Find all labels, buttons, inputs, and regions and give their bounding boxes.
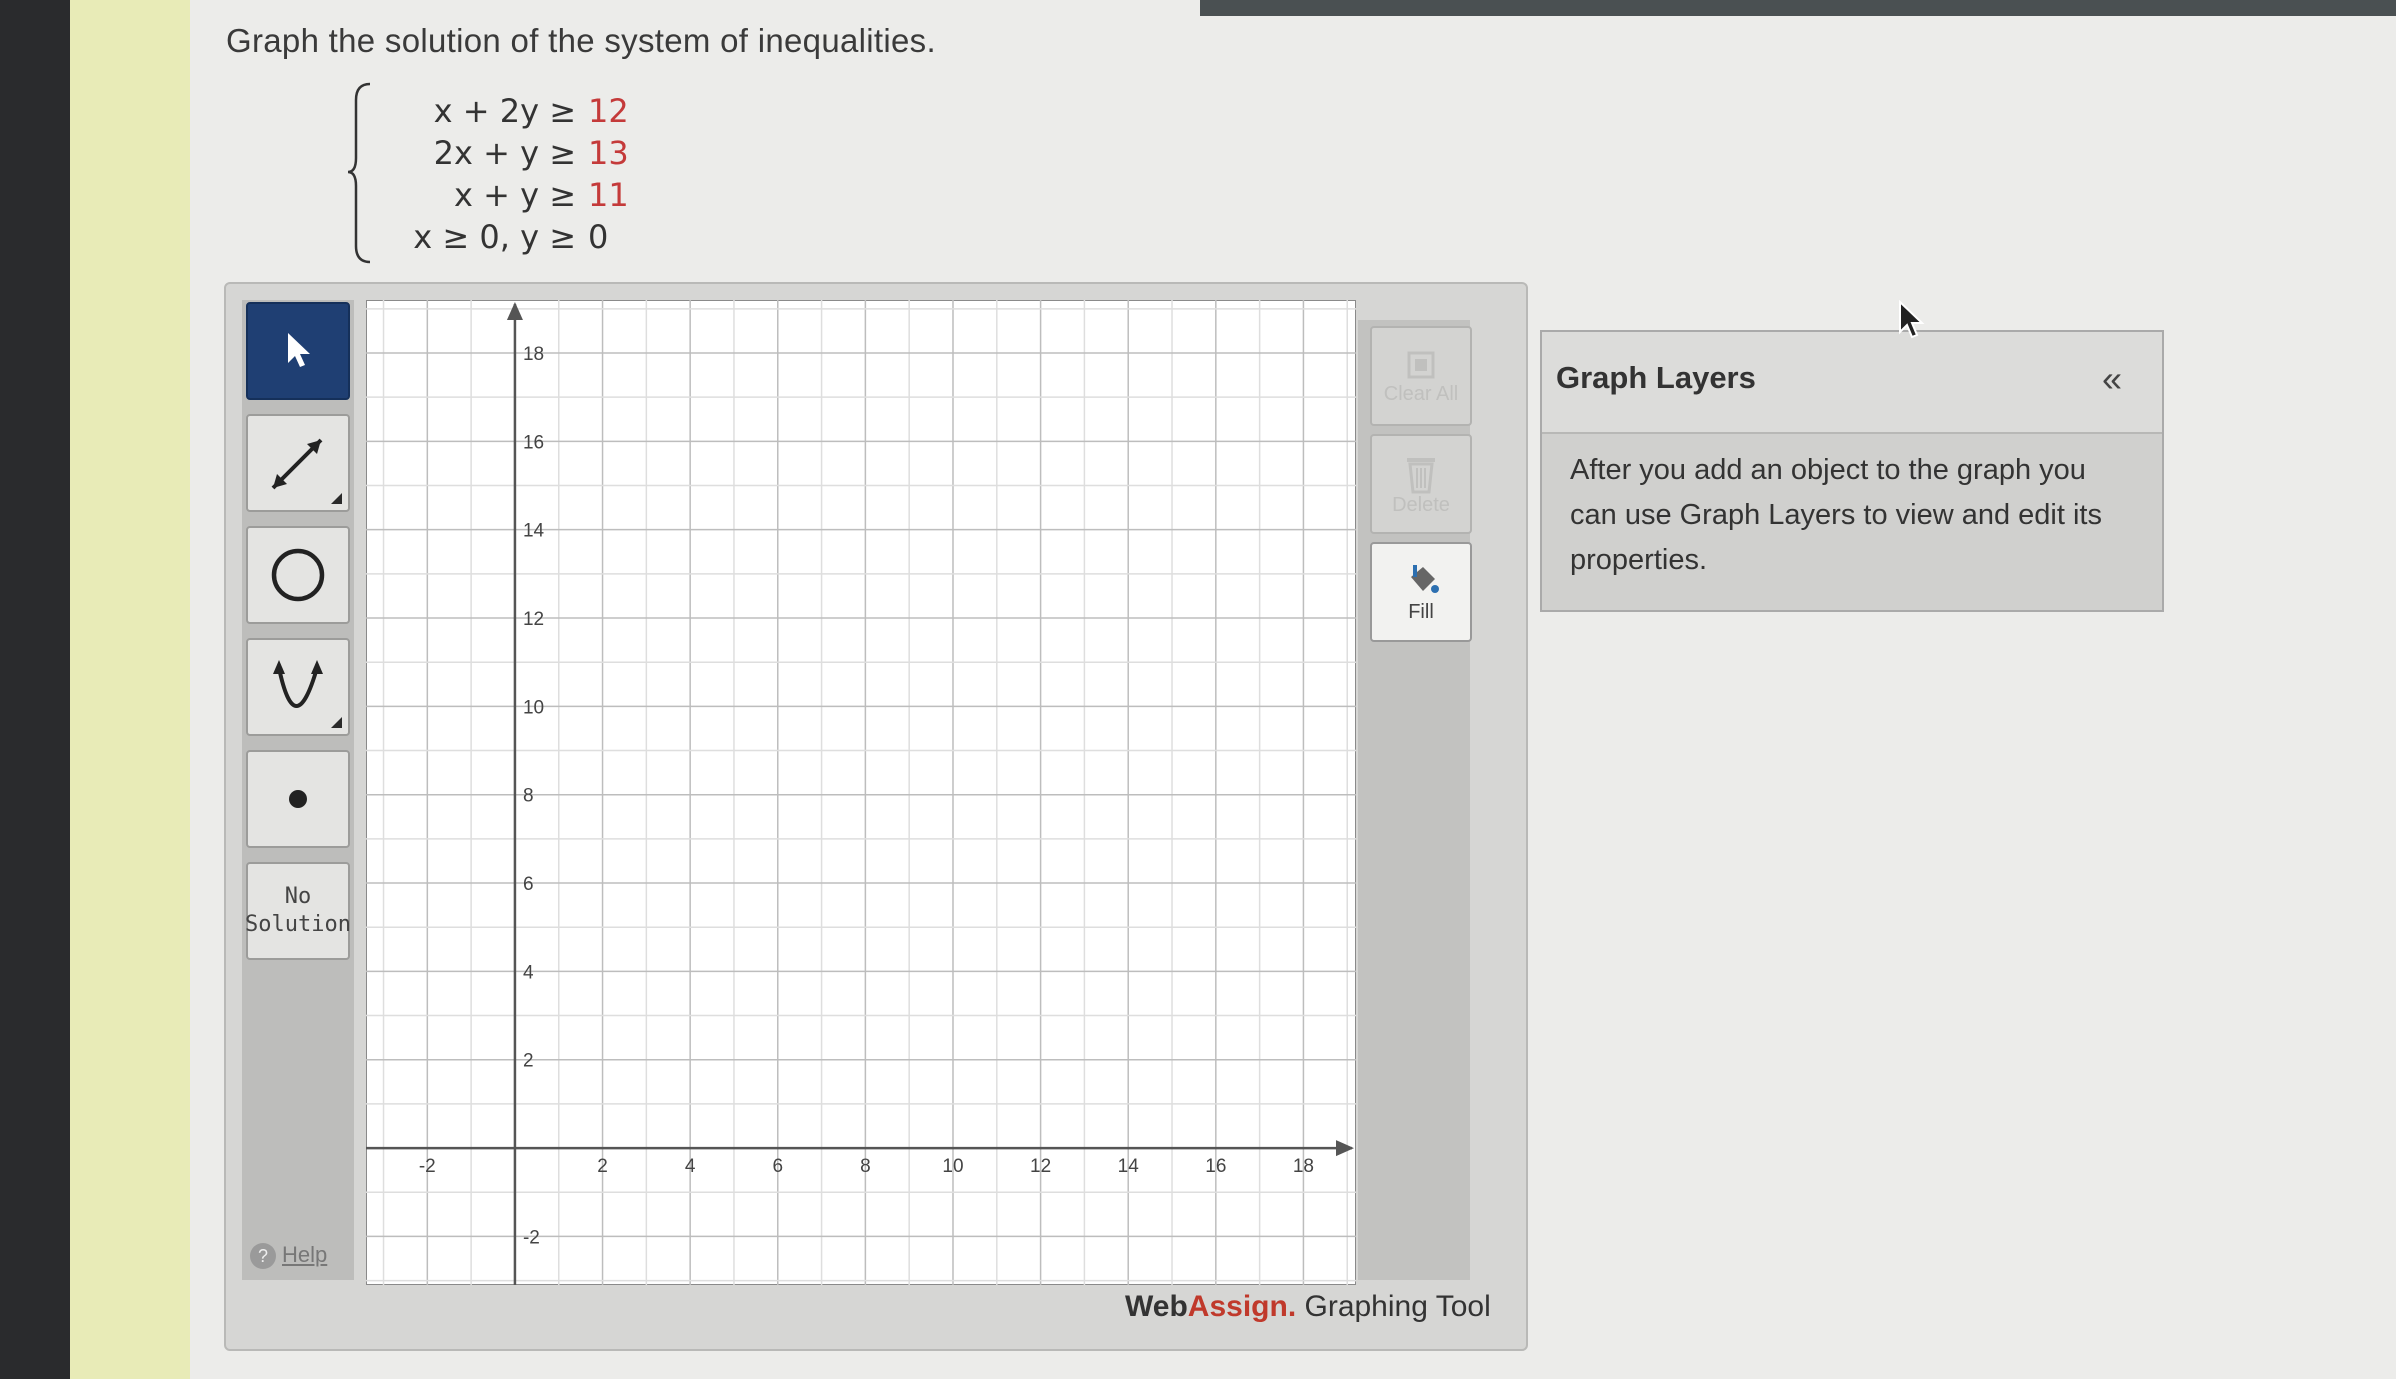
y-tick-label: 14 (523, 521, 545, 542)
graph-layers-panel: Graph Layers « After you add an object t… (1540, 330, 2164, 612)
inequality-rhs: 12 (588, 92, 629, 130)
clear-all-button[interactable]: Clear All (1370, 326, 1472, 426)
inequality-lhs: x + 2y ≥ (433, 92, 576, 130)
brand-web: Web (1125, 1290, 1188, 1323)
arrow-cursor-icon (288, 333, 310, 367)
clear-all-icon (1407, 351, 1435, 378)
circle-tool-button[interactable] (246, 526, 350, 624)
fill-button[interactable]: Fill (1370, 542, 1472, 642)
delete-button[interactable]: Delete (1370, 434, 1472, 534)
help-icon: ? (250, 1243, 276, 1269)
inequality-rhs: 13 (588, 134, 629, 172)
graph-canvas[interactable]: -2 2 4 6 8 10 12 14 16 18 18 16 14 12 10 8 6 4 2 -2 (366, 300, 1356, 1285)
inequality-rhs: 0 (588, 218, 609, 256)
graph-layers-description: After you add an object to the graph you… (1570, 454, 2102, 576)
mouse-cursor-icon (1899, 300, 1925, 339)
y-tick-label: 2 (523, 1051, 534, 1072)
y-tick-label: -2 (523, 1227, 540, 1248)
delete-label: Delete (1392, 493, 1450, 516)
no-solution-label: No Solution (245, 884, 351, 937)
inequality-row: x + y ≥ 11 (376, 176, 629, 216)
trash-icon (1407, 457, 1435, 493)
y-tick-label: 12 (523, 609, 544, 630)
inequality-row: x ≥ 0, y ≥ 0 (376, 218, 608, 258)
point-tool-button[interactable] (246, 750, 350, 848)
graph-layers-header: Graph Layers « (1542, 332, 2162, 434)
y-tick-label: 4 (523, 962, 534, 983)
y-tick-label: 16 (523, 432, 544, 453)
x-tick-label: -2 (419, 1156, 436, 1177)
x-tick-label: 10 (942, 1156, 963, 1177)
parabola-tool-button[interactable] (246, 638, 350, 736)
submenu-indicator-icon (331, 717, 342, 728)
x-tick-label: 4 (685, 1156, 696, 1177)
fill-label: Fill (1408, 600, 1434, 623)
inequality-row: 2x + y ≥ 13 (376, 134, 629, 174)
inequality-system: x + 2y ≥ 12 2x + y ≥ 13 x + y ≥ 11 x ≥ 0, y… (346, 80, 666, 265)
inequality-lhs: x + y ≥ (453, 176, 576, 214)
clear-all-label: Clear All (1383, 382, 1459, 405)
parabola-icon (273, 660, 323, 708)
brand-assign: Assign. (1187, 1290, 1297, 1323)
submenu-indicator-icon (331, 493, 342, 504)
x-tick-label: 16 (1205, 1156, 1226, 1177)
inequality-lhs: 2x + y ≥ (433, 134, 576, 172)
line-tool-button[interactable] (246, 414, 350, 512)
inequality-row: x + 2y ≥ 12 (376, 92, 629, 132)
webassign-branding: WebAssign. Graphing Tool (1125, 1290, 1491, 1324)
top-edge-bar (1200, 0, 2396, 16)
x-tick-label: 6 (772, 1156, 783, 1177)
x-tick-label: 18 (1293, 1156, 1314, 1177)
line-segment-icon (271, 438, 323, 490)
x-tick-label: 12 (1030, 1156, 1051, 1177)
monitor-bezel (0, 0, 70, 1379)
x-tick-label: 14 (1118, 1156, 1140, 1177)
collapse-panel-icon[interactable]: « (2102, 358, 2122, 400)
y-tick-label: 18 (523, 344, 544, 365)
point-icon (289, 790, 307, 808)
y-tick-label: 8 (523, 786, 534, 807)
help-link[interactable]: ? Help (250, 1242, 327, 1269)
page-margin-strip (70, 0, 190, 1379)
inequality-lhs: x ≥ 0, y ≥ (413, 218, 576, 256)
circle-icon (271, 548, 325, 602)
inequality-rhs: 11 (588, 176, 629, 214)
x-tick-label: 2 (597, 1156, 608, 1177)
y-tick-label: 6 (523, 874, 534, 895)
help-label: Help (282, 1242, 328, 1267)
x-tick-label: 8 (860, 1156, 871, 1177)
system-brace (347, 82, 371, 264)
question-text: Graph the solution of the system of ineq… (226, 22, 936, 59)
brand-tool-name: Graphing Tool (1296, 1290, 1491, 1323)
paint-bucket-icon (1411, 564, 1439, 593)
pointer-tool-button[interactable] (246, 302, 350, 400)
graph-layers-title: Graph Layers (1556, 360, 1756, 395)
no-solution-button[interactable]: No Solution (245, 862, 351, 960)
y-tick-label: 10 (523, 697, 544, 718)
